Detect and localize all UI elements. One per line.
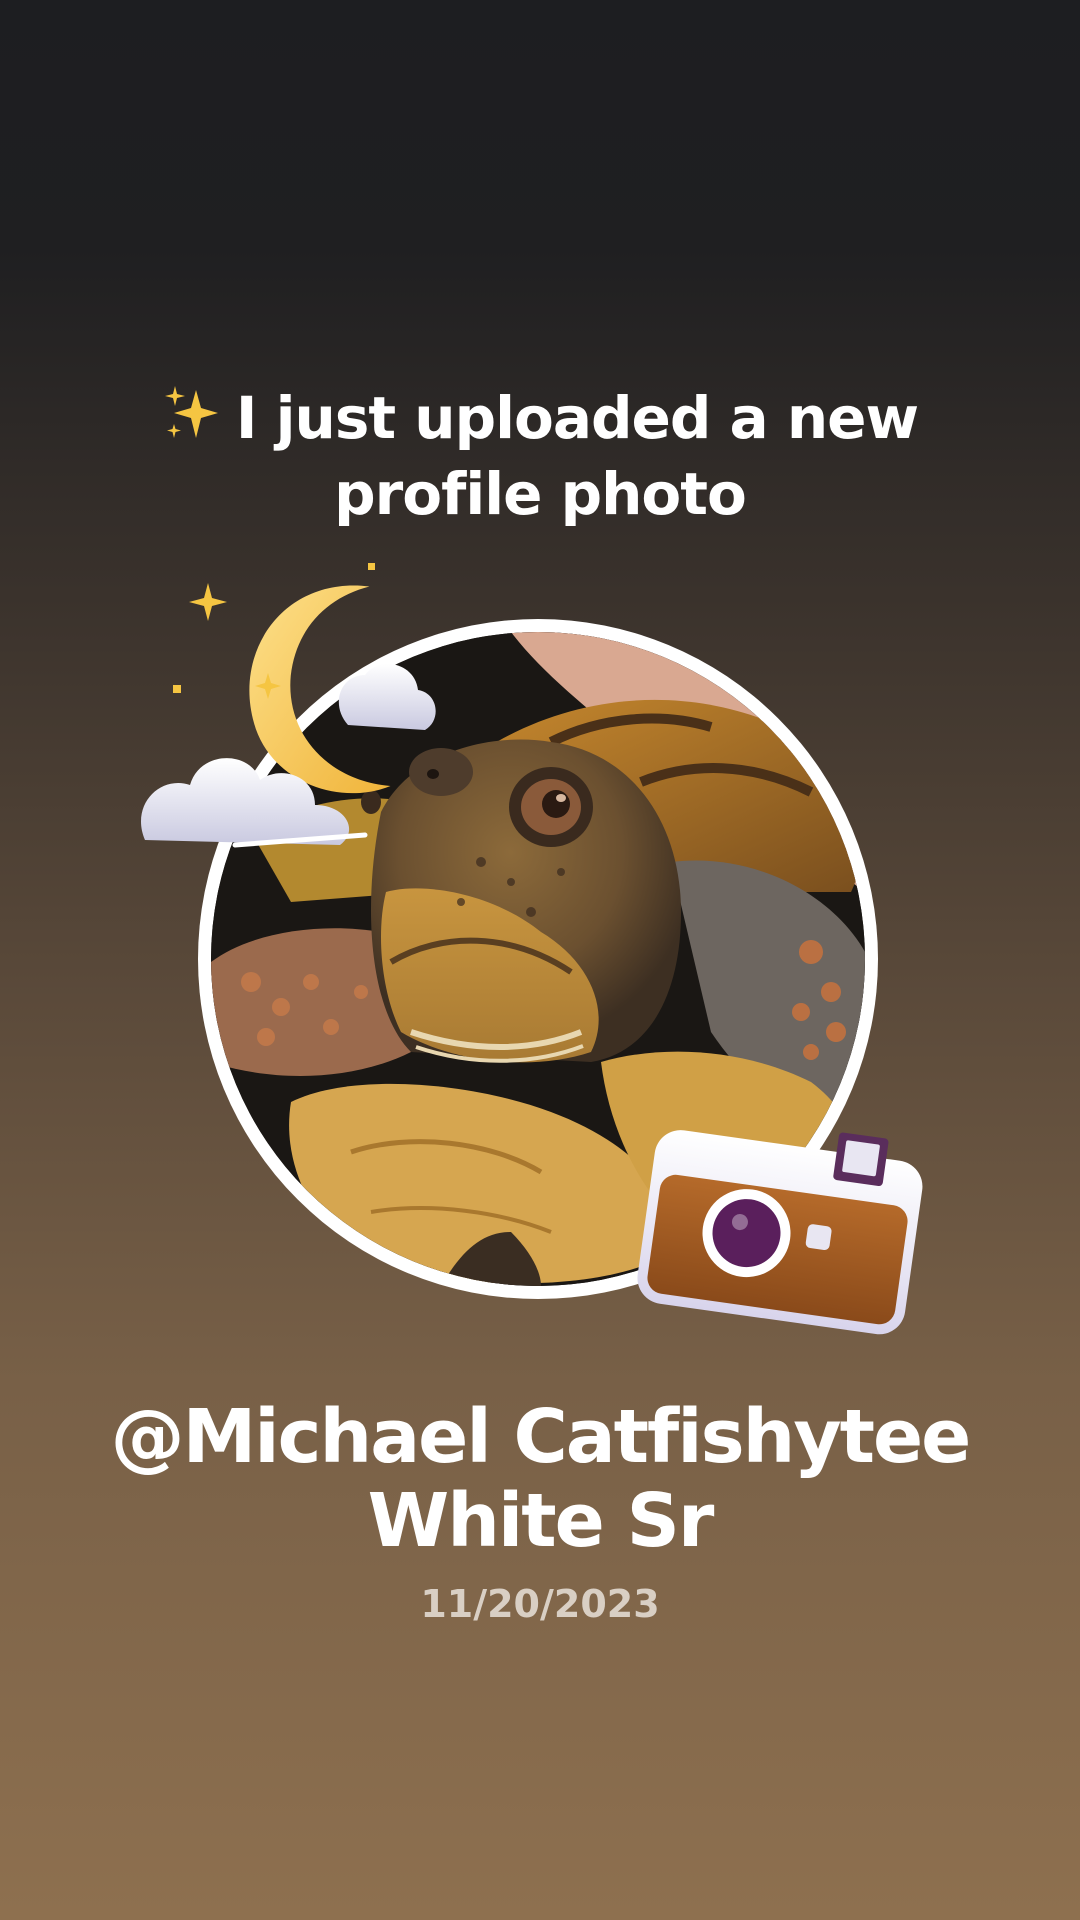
announcement-line-2: profile photo	[334, 460, 747, 528]
announcement-text: I just uploaded a new profile photo	[0, 380, 1080, 532]
announcement-line-1: I just uploaded a new	[0, 380, 1080, 456]
moon-clouds-icon	[140, 555, 450, 855]
announcement-line-1-text: I just uploaded a new	[235, 384, 919, 452]
username: @Michael Catfishytee White Sr	[0, 1395, 1080, 1563]
username-line-1: @Michael Catfishytee	[110, 1394, 972, 1480]
username-line-2: White Sr	[367, 1478, 715, 1564]
sparkles-icon	[162, 384, 222, 444]
camera-icon	[635, 1120, 930, 1345]
upload-date: 11/20/2023	[420, 1582, 660, 1626]
